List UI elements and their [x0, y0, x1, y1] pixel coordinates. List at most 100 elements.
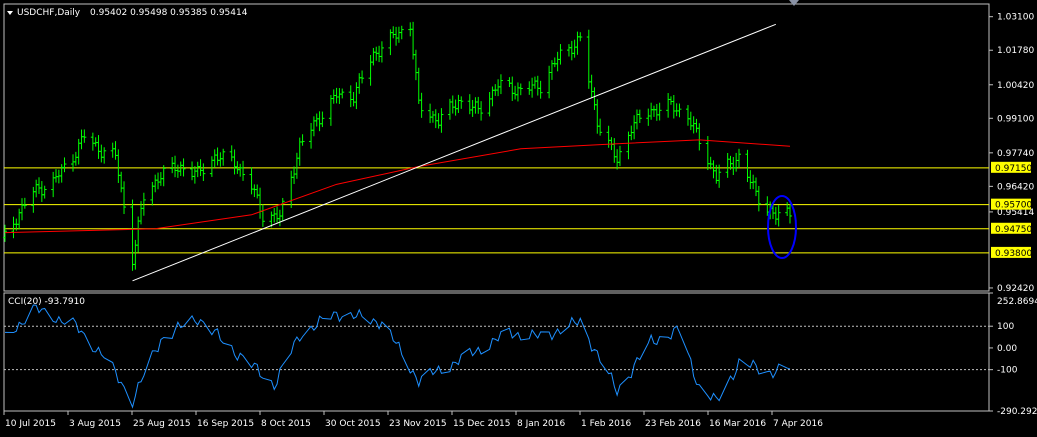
price-bar	[275, 206, 280, 223]
cci-tick-label: 0.00	[997, 344, 1017, 354]
price-bar	[507, 77, 512, 88]
price-bar	[473, 97, 478, 114]
price-bar	[215, 147, 220, 166]
price-bar	[90, 132, 95, 151]
price-bar	[212, 149, 217, 168]
price-bar	[258, 187, 263, 219]
price-bar	[705, 136, 710, 171]
time-tick-label: 16 Sep 2015	[197, 419, 254, 429]
price-bar	[351, 92, 356, 107]
price-bar	[527, 81, 532, 95]
price-bar	[532, 76, 537, 89]
time-tick-label: 8 Jan 2016	[517, 419, 565, 429]
price-bar	[150, 181, 155, 206]
price-bar	[555, 51, 560, 72]
price-bar	[22, 197, 27, 209]
price-bar	[428, 103, 433, 124]
chart-menu-icon[interactable]	[7, 11, 13, 15]
price-bar	[396, 26, 401, 43]
price-bar	[651, 105, 656, 117]
price-bar	[309, 123, 314, 149]
time-tick-label: 25 Aug 2015	[133, 419, 191, 429]
price-bar	[666, 93, 671, 118]
price-bar	[391, 26, 396, 39]
price-bar	[453, 99, 458, 116]
price-bar	[711, 160, 716, 179]
chart-window[interactable]: 1.03100 1.01780 1.00420 0.99100 0.97740 0.964…	[0, 0, 1037, 437]
price-bar	[133, 239, 138, 270]
price-bar	[311, 116, 316, 137]
symbol-caption: USDCHF,Daily	[17, 8, 81, 18]
price-axis: 1.03100 1.01780 1.00420 0.99100 0.97740 0.964…	[989, 13, 1034, 294]
price-bar	[490, 86, 495, 107]
price-bar	[671, 94, 676, 119]
cci-level-lines	[4, 325, 989, 371]
price-bar	[549, 60, 554, 80]
price-bar	[368, 54, 373, 86]
trendline	[132, 23, 777, 282]
time-tick-label: 30 Oct 2015	[325, 419, 381, 429]
time-axis: 10 Jul 2015 3 Aug 2015 25 Aug 2015 16 Sep 2…	[3, 411, 823, 429]
price-bar	[116, 149, 121, 183]
price-bar	[725, 152, 730, 178]
price-bar	[595, 99, 600, 134]
price-bar	[592, 87, 597, 110]
price-bar	[578, 32, 583, 42]
price-bar	[467, 94, 472, 115]
price-bar	[96, 135, 101, 159]
trendline-line[interactable]	[132, 23, 777, 282]
price-bar	[331, 89, 336, 104]
price-bar	[82, 129, 87, 143]
price-bar	[238, 163, 243, 177]
price-bar	[487, 92, 492, 117]
price-bar	[130, 199, 135, 271]
price-bar	[459, 96, 464, 109]
price-bar	[479, 101, 484, 121]
price-bar	[450, 95, 455, 114]
cci-series-line	[4, 304, 791, 409]
price-bar	[99, 144, 104, 163]
cci-axis: 252.8694 100 0.00 -100 -290.2924	[989, 292, 1037, 417]
price-bar	[632, 115, 637, 140]
price-bar	[241, 160, 246, 181]
price-bar	[42, 185, 47, 199]
price-bar	[37, 177, 42, 194]
price-bar	[694, 118, 699, 133]
price-bar	[586, 29, 591, 89]
price-bar	[773, 206, 778, 225]
price-bar	[589, 74, 594, 98]
price-bars	[3, 21, 792, 271]
highlight-ellipse[interactable]	[767, 195, 797, 259]
price-bar	[156, 172, 161, 190]
price-bar	[79, 129, 84, 150]
price-bar	[17, 208, 22, 230]
price-tick-label: 0.99100	[997, 114, 1034, 124]
price-bar	[677, 103, 682, 118]
price-bar	[328, 95, 333, 126]
price-bar	[218, 152, 223, 167]
cci-tick-label: -290.2924	[997, 407, 1037, 417]
price-bar	[102, 147, 107, 164]
price-bar	[221, 148, 226, 166]
price-bar	[71, 154, 76, 172]
time-tick-label: 1 Feb 2016	[581, 419, 632, 429]
price-bar	[436, 113, 441, 129]
chart-canvas[interactable]: 1.03100 1.01780 1.00420 0.99100 0.97740 0.964…	[0, 0, 1037, 437]
price-bar	[657, 102, 662, 121]
price-bar	[388, 29, 393, 56]
price-bar	[334, 87, 339, 104]
time-tick-label: 16 Mar 2016	[709, 419, 766, 429]
moving-average	[4, 139, 791, 234]
price-bar	[634, 109, 639, 130]
chart-shift-marker-icon[interactable]	[789, 0, 799, 6]
price-bar	[598, 118, 603, 136]
price-bar	[252, 184, 257, 198]
time-tick-label: 23 Feb 2016	[645, 419, 701, 429]
price-bar	[110, 142, 115, 158]
time-tick-label: 7 Apr 2016	[773, 419, 823, 429]
price-bar	[674, 103, 679, 117]
price-bar	[411, 21, 416, 60]
time-tick-label: 10 Jul 2015	[5, 419, 56, 429]
price-bar	[119, 171, 124, 193]
price-bar	[54, 169, 59, 183]
